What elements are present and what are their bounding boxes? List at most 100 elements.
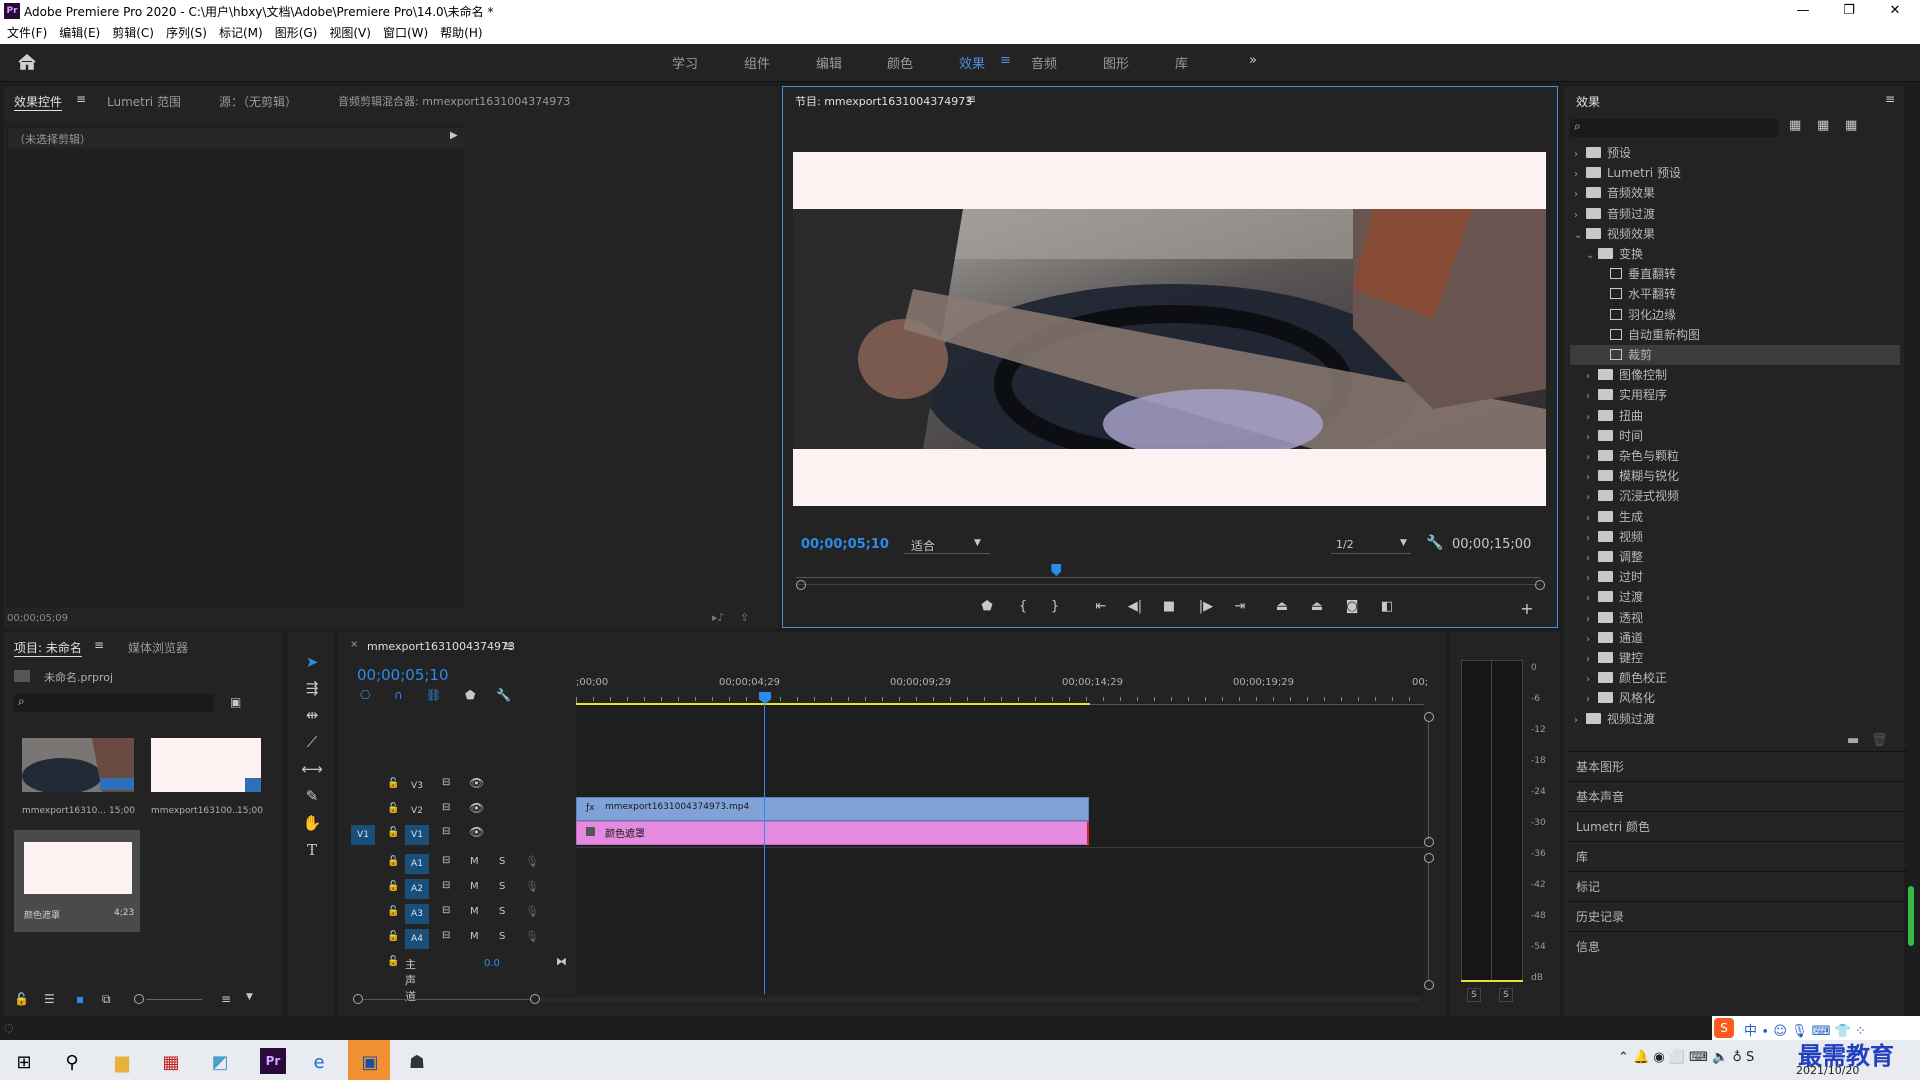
timeline-hscroll-right[interactable] xyxy=(530,994,540,1004)
track-lock-icon[interactable]: 🔓 xyxy=(387,906,399,917)
effects-tree-item[interactable]: 裁剪 xyxy=(1570,345,1900,365)
export-frame-icon[interactable]: ⇪ xyxy=(740,611,749,624)
list-view-icon[interactable]: ☰ xyxy=(44,992,55,1006)
tab-source[interactable]: 源：（无剪辑） xyxy=(219,93,297,110)
sync-lock-icon[interactable]: ⊟ xyxy=(442,905,450,916)
program-scrollbar[interactable] xyxy=(796,584,1540,585)
chevron-right-icon[interactable]: › xyxy=(1586,589,1598,609)
sync-lock-icon[interactable]: ⊟ xyxy=(442,880,450,891)
chevron-right-icon[interactable]: › xyxy=(1586,468,1598,488)
close-button[interactable]: ✕ xyxy=(1872,0,1918,22)
effects-tree-item[interactable]: › 透视 xyxy=(1570,608,1900,628)
sync-lock-icon[interactable]: ⊟ xyxy=(442,930,450,941)
master-lock-icon[interactable]: 🔓 xyxy=(387,956,399,967)
mute-button[interactable]: M xyxy=(470,881,479,892)
effects-tree-item[interactable]: › 过渡 xyxy=(1570,587,1900,607)
razor-tool-icon[interactable]: ⟋ xyxy=(300,733,324,755)
32bit-effects-icon[interactable]: ▦ xyxy=(1817,118,1829,133)
lift-icon[interactable]: ⏏ xyxy=(1270,599,1294,619)
tray-icons[interactable]: ⌃ 🔔 ◉ ⬜ ⌨ 🔈 ♁ S xyxy=(1618,1050,1754,1065)
premiere-taskbar-icon[interactable]: Pr xyxy=(260,1048,286,1074)
effects-tree-item[interactable]: › 实用程序 xyxy=(1570,385,1900,405)
menu-markers[interactable]: 标记(M) xyxy=(219,22,263,44)
icon-view-icon[interactable]: ▪ xyxy=(76,992,84,1006)
workspace-editing[interactable]: 编辑 xyxy=(816,53,842,72)
timeline-vscroll-bottom[interactable] xyxy=(1424,837,1434,847)
program-ruler[interactable] xyxy=(796,570,1540,578)
chevron-right-icon[interactable]: › xyxy=(1586,610,1598,630)
tab-lumetri-scopes[interactable]: Lumetri 范围 xyxy=(107,93,181,110)
meter-solo-left[interactable]: S xyxy=(1467,988,1481,1002)
track-target-a3[interactable]: A3 xyxy=(405,904,429,924)
mark-out-icon[interactable]: } xyxy=(1043,599,1067,619)
pen-tool-icon[interactable]: ✎ xyxy=(300,787,324,809)
track-target-a1[interactable]: A1 xyxy=(405,854,429,874)
clip-color-matte-v1[interactable] xyxy=(576,821,1089,845)
workspace-menu-icon[interactable]: ≡ xyxy=(1000,53,1011,68)
play-only-arrow-icon[interactable]: ▶ xyxy=(450,130,458,141)
chevron-right-icon[interactable]: › xyxy=(1586,650,1598,670)
step-back-icon[interactable]: ◀| xyxy=(1123,599,1147,619)
effects-tree-item[interactable]: › 杂色与颗粒 xyxy=(1570,446,1900,466)
app-red-icon[interactable]: ▦ xyxy=(151,1046,191,1080)
menu-sequence[interactable]: 序列(S) xyxy=(166,22,207,44)
sync-lock-icon[interactable]: ⊟ xyxy=(442,802,450,813)
panel-history[interactable]: 历史记录 xyxy=(1568,901,1908,931)
effects-tree-item[interactable]: › Lumetri 预设 xyxy=(1570,163,1900,183)
track-eye-icon[interactable]: 👁 xyxy=(469,776,484,790)
hand-tool-icon[interactable]: ✋ xyxy=(300,814,324,836)
track-lock-icon[interactable]: 🔓 xyxy=(387,827,399,838)
panel-essential-sound[interactable]: 基本声音 xyxy=(1568,781,1908,811)
sort-icon[interactable]: ≡ xyxy=(221,992,231,1006)
zoom-handle-right[interactable] xyxy=(1535,580,1545,590)
source-patch-v1[interactable]: V1 xyxy=(351,825,375,845)
timeline-tab[interactable]: mmexport1631004374973 xyxy=(367,640,515,653)
chevron-right-icon[interactable]: › xyxy=(1586,569,1598,589)
track-lock-icon[interactable]: 🔓 xyxy=(387,881,399,892)
filter-icon[interactable]: ▸♪ xyxy=(712,611,725,624)
master-go-to-end-icon[interactable]: ⧓ xyxy=(556,955,567,968)
yuv-effects-icon[interactable]: ▦ xyxy=(1845,118,1857,133)
chevron-right-icon[interactable]: › xyxy=(1586,690,1598,710)
lock-icon[interactable]: 🔓 xyxy=(14,992,29,1006)
mark-in-icon[interactable]: { xyxy=(1011,599,1035,619)
new-search-bin-icon[interactable]: ▣ xyxy=(230,695,241,709)
tab-audio-clip-mixer[interactable]: 音频剪辑混合器: mmexport1631004374973 xyxy=(338,93,570,109)
effects-tree-item[interactable]: 水平翻转 xyxy=(1570,284,1900,304)
more-workspaces-icon[interactable]: » xyxy=(1249,53,1257,68)
timeline-timecode[interactable]: 00;00;05;10 xyxy=(357,666,449,684)
extract-icon[interactable]: ⏏ xyxy=(1305,599,1329,619)
workspace-learn[interactable]: 学习 xyxy=(672,53,698,72)
sync-lock-icon[interactable]: ⊟ xyxy=(442,855,450,866)
effects-tree-item[interactable]: ⌄ 视频效果 xyxy=(1570,224,1900,244)
export-frame-camera-icon[interactable]: ◙ xyxy=(1340,599,1364,619)
mute-button[interactable]: M xyxy=(470,856,479,867)
timeline-hscroll-track[interactable] xyxy=(363,999,530,1000)
file-explorer-icon[interactable]: ▆ xyxy=(102,1046,142,1080)
tab-media-browser[interactable]: 媒体浏览器 xyxy=(128,639,188,656)
effects-tree-item[interactable]: › 扭曲 xyxy=(1570,406,1900,426)
effects-tree-item[interactable]: › 生成 xyxy=(1570,507,1900,527)
timeline-track-area[interactable] xyxy=(576,705,1424,995)
search-taskbar-icon[interactable]: ⚲ xyxy=(52,1046,92,1080)
home-icon[interactable] xyxy=(18,54,36,70)
panel-essential-graphics[interactable]: 基本图形 xyxy=(1568,751,1908,781)
menu-file[interactable]: 文件(F) xyxy=(7,22,47,44)
delete-icon[interactable]: 🗑 xyxy=(1871,733,1888,748)
project-tab-menu-icon[interactable]: ≡ xyxy=(94,638,104,652)
chevron-right-icon[interactable]: › xyxy=(1586,387,1598,407)
step-forward-icon[interactable]: |▶ xyxy=(1194,599,1218,619)
panel-info[interactable]: 信息 xyxy=(1568,931,1908,961)
menu-view[interactable]: 视图(V) xyxy=(329,22,371,44)
snap-magnet-icon[interactable]: ∩ xyxy=(394,688,403,702)
timeline-hscroll-bar[interactable] xyxy=(541,998,1419,1002)
mute-button[interactable]: M xyxy=(470,906,479,917)
sort-chevron-down-icon[interactable]: ▼ xyxy=(246,992,253,1002)
go-to-out-icon[interactable]: ⇥ xyxy=(1228,599,1252,619)
timeline-vscroll-top[interactable] xyxy=(1424,712,1434,722)
app-chat-icon[interactable]: ☗ xyxy=(397,1046,437,1080)
solo-button[interactable]: S xyxy=(499,881,505,892)
edge-browser-icon[interactable]: e xyxy=(299,1046,339,1080)
timeline-audio-vscroll-bottom[interactable] xyxy=(1424,980,1434,990)
chevron-right-icon[interactable]: › xyxy=(1574,145,1586,165)
